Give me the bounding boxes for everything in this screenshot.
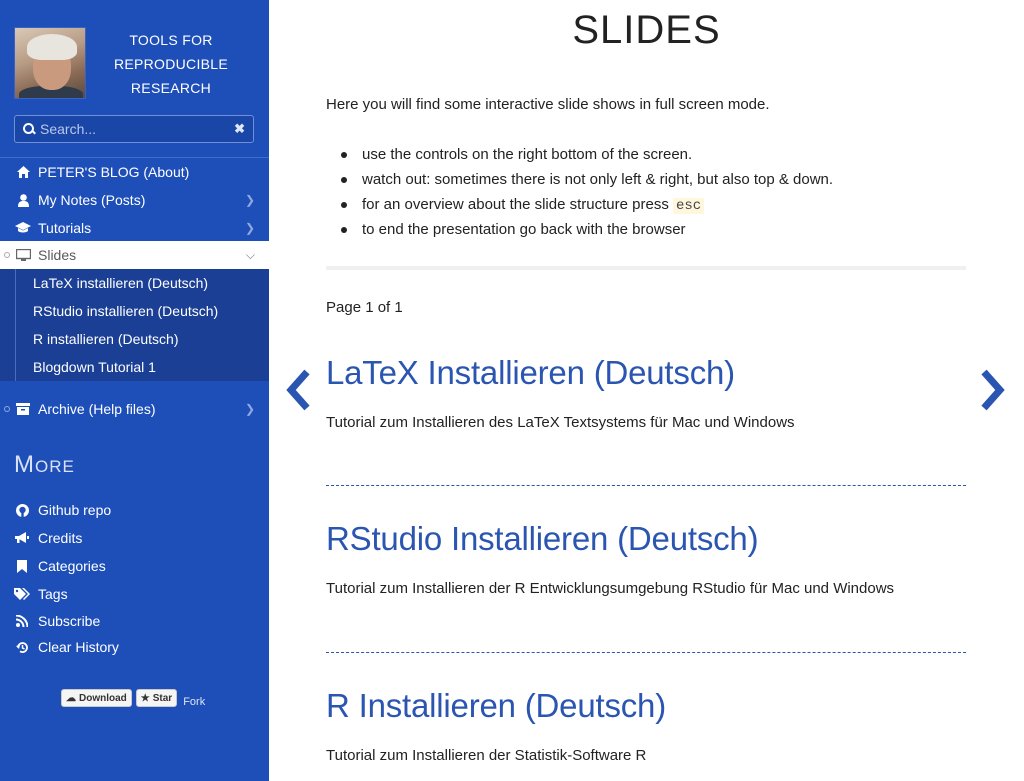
cloud-download-icon: ☁ (66, 692, 76, 704)
tips-list: use the controls on the right bottom of … (340, 145, 833, 245)
sidebar-item-tutorials[interactable]: Tutorials ❯ (0, 214, 269, 242)
close-icon[interactable]: ✖ (234, 121, 245, 137)
tags-link[interactable]: Tags (14, 586, 68, 602)
sidebar-item-label: Archive (Help files) (38, 401, 156, 417)
submenu-item[interactable]: Blogdown Tutorial 1 (33, 353, 156, 381)
main-content: SLIDES Here you will find some interacti… (269, 0, 1024, 781)
submenu-item[interactable]: R installieren (Deutsch) (33, 325, 179, 353)
sidebar-item-label: Tutorials (38, 220, 92, 236)
user-icon (14, 193, 32, 207)
site-title[interactable]: TOOLS FOR REPRODUCIBLE RESEARCH (96, 28, 246, 100)
post-title-link[interactable]: R Installieren (Deutsch) (326, 687, 966, 725)
history-icon (14, 641, 30, 654)
more-link-label: Subscribe (38, 613, 101, 629)
post-divider (326, 485, 966, 486)
graduation-cap-icon (14, 222, 32, 234)
sidebar-item-slides[interactable]: Slides ⌵ (0, 241, 269, 269)
post-summary: Tutorial zum Installieren der R Entwickl… (326, 580, 895, 597)
sidebar: TOOLS FOR REPRODUCIBLE RESEARCH ✖ PETER'… (0, 0, 269, 781)
esc-key-code: esc (673, 198, 705, 214)
chevron-right-icon: ❯ (244, 193, 255, 207)
more-link-label: Github repo (38, 502, 112, 518)
post-item: LaTeX Installieren (Deutsch) Tutorial zu… (326, 354, 966, 431)
sidebar-item-label: Slides (38, 247, 77, 263)
list-item: watch out: sometimes there is not only l… (340, 170, 833, 195)
more-link-label: Tags (38, 586, 68, 602)
search-icon (23, 123, 35, 135)
bullhorn-icon (14, 532, 30, 544)
post-divider (326, 652, 966, 653)
list-item: use the controls on the right bottom of … (340, 145, 833, 170)
subscribe-link[interactable]: Subscribe (14, 613, 100, 629)
divider (326, 266, 966, 270)
chevron-down-icon: ⌵ (245, 248, 255, 262)
monitor-icon (14, 248, 32, 262)
sidebar-item-label: My Notes (Posts) (38, 192, 146, 208)
chevron-right-icon: ❯ (244, 402, 255, 416)
post-item: RStudio Installieren (Deutsch) Tutorial … (326, 520, 966, 597)
submenu-item[interactable]: RStudio installieren (Deutsch) (33, 297, 218, 325)
sidebar-item-archive[interactable]: Archive (Help files) ❯ (0, 395, 269, 423)
star-icon: ★ (140, 692, 150, 704)
download-label: Download (79, 692, 127, 704)
fork-link[interactable]: Fork (183, 696, 205, 708)
tags-icon (14, 588, 30, 600)
intro-text: Here you will find some interactive slid… (326, 96, 770, 113)
star-label: Star (152, 692, 173, 704)
chevron-right-icon: ❯ (244, 221, 255, 235)
more-link-label: Clear History (38, 639, 119, 655)
chevron-left-icon (286, 369, 310, 411)
post-summary: Tutorial zum Installieren der Statistik-… (326, 747, 647, 764)
post-item: R Installieren (Deutsch) Tutorial zum In… (326, 687, 966, 764)
bookmark-icon (14, 559, 30, 573)
star-button[interactable]: ★ Star (135, 689, 178, 707)
next-arrow-button[interactable] (976, 368, 1010, 412)
github-repo-link[interactable]: Github repo (14, 502, 111, 518)
sidebar-header: TOOLS FOR REPRODUCIBLE RESEARCH ✖ (0, 0, 269, 160)
post-title-link[interactable]: LaTeX Installieren (Deutsch) (326, 354, 966, 392)
home-icon (14, 166, 32, 178)
github-buttons: ☁ Download ★ Star Fork (61, 688, 205, 708)
clear-history-link[interactable]: Clear History (14, 639, 119, 655)
list-item: for an overview about the slide structur… (340, 195, 833, 220)
avatar[interactable] (14, 27, 86, 99)
visited-marker (4, 406, 10, 412)
more-heading: More (14, 451, 75, 478)
previous-arrow-button[interactable] (281, 368, 315, 412)
page-title: SLIDES (572, 8, 721, 52)
chevron-right-icon (981, 369, 1005, 411)
post-title-link[interactable]: RStudio Installieren (Deutsch) (326, 520, 966, 558)
more-link-label: Credits (38, 530, 83, 546)
download-button[interactable]: ☁ Download (61, 689, 132, 707)
sidebar-item-notes[interactable]: My Notes (Posts) ❯ (0, 186, 269, 214)
archive-icon (14, 403, 32, 415)
slides-submenu: LaTeX installieren (Deutsch) RStudio ins… (0, 269, 269, 381)
github-icon (14, 503, 30, 517)
pagination-text: Page 1 of 1 (326, 299, 403, 316)
list-item-text: for an overview about the slide structur… (362, 196, 669, 213)
categories-link[interactable]: Categories (14, 558, 106, 574)
credits-link[interactable]: Credits (14, 530, 82, 546)
sidebar-item-about[interactable]: PETER'S BLOG (About) (0, 158, 269, 186)
search-box[interactable]: ✖ (14, 115, 254, 143)
list-item: to end the presentation go back with the… (340, 220, 833, 245)
search-input[interactable] (40, 121, 235, 137)
rss-icon (14, 615, 30, 627)
post-summary: Tutorial zum Installieren des LaTeX Text… (326, 414, 795, 431)
more-link-label: Categories (38, 558, 106, 574)
sidebar-item-label: PETER'S BLOG (About) (38, 164, 190, 180)
submenu-item[interactable]: LaTeX installieren (Deutsch) (33, 269, 208, 297)
active-marker (4, 252, 10, 258)
